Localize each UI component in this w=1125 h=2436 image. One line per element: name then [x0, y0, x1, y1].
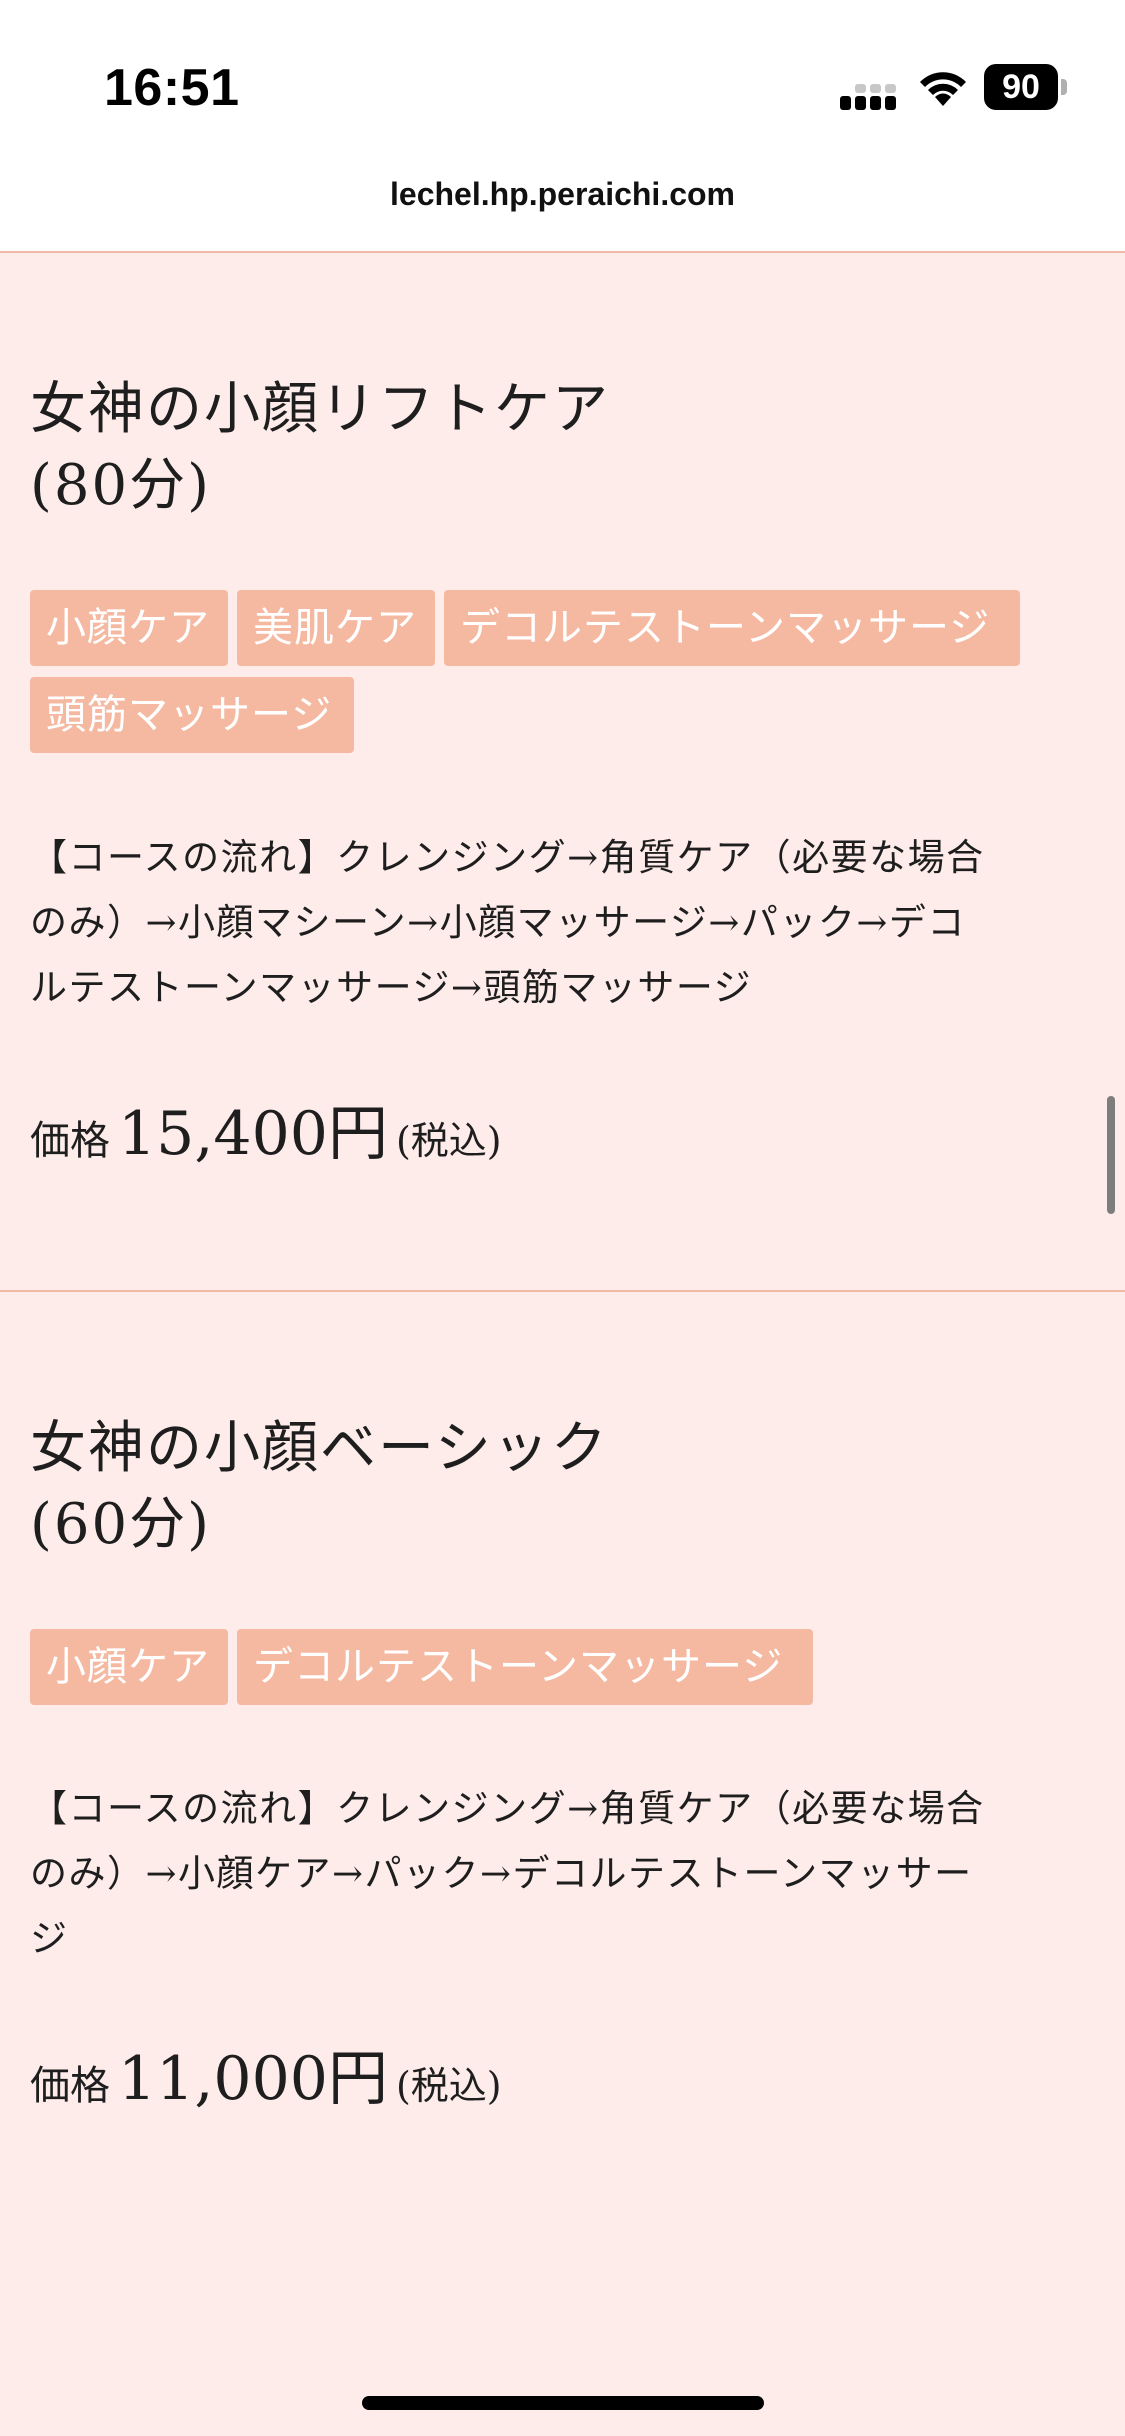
- course-price: 価格 11,000円 (税込): [30, 2030, 502, 2117]
- price-value: 11,000円: [118, 2044, 388, 2114]
- cellular-signal-icon: [840, 84, 896, 110]
- description-line: ジ: [30, 1917, 69, 1960]
- battery-level: 90: [984, 64, 1058, 110]
- price-tax-note: (税込): [395, 1119, 502, 1163]
- price-label: 価格: [30, 2063, 110, 2109]
- course-title-name: 女神の小顔リフトケア: [30, 377, 610, 442]
- description-line: のみ）→小顔ケア→パック→デコルテストーンマッサー: [30, 1852, 973, 1895]
- course-title: 女神の小顔ベーシック (60分): [30, 1411, 609, 1563]
- header-divider: [0, 251, 1125, 253]
- course-title-name: 女神の小顔ベーシック: [30, 1416, 609, 1481]
- price-value: 15,400円: [118, 1099, 388, 1169]
- tag-small-face-care: 小顔ケア: [30, 590, 228, 666]
- home-indicator[interactable]: [362, 2396, 764, 2410]
- course-title-duration: (80分): [30, 453, 211, 518]
- price-label: 価格: [30, 1118, 110, 1164]
- browser-url-bar[interactable]: lechel.hp.peraichi.com: [0, 176, 1125, 213]
- course-description: 【コースの流れ】クレンジング→角質ケア（必要な場合 のみ）→小顔ケア→パック→デ…: [30, 1776, 1100, 1971]
- tag-decollete-stone-massage: デコルテストーンマッサージ: [444, 590, 1020, 666]
- description-line: のみ）→小顔マシーン→小顔マッサージ→パック→デコ: [30, 901, 966, 944]
- status-time: 16:51: [104, 59, 240, 117]
- battery-icon: 90: [984, 64, 1067, 110]
- description-line: ルテストーンマッサージ→頭筋マッサージ: [30, 966, 753, 1009]
- battery-cap: [1061, 79, 1067, 95]
- description-line: 【コースの流れ】クレンジング→角質ケア（必要な場合: [30, 836, 985, 879]
- tag-decollete-stone-massage: デコルテストーンマッサージ: [237, 1629, 813, 1705]
- course-divider: [0, 1290, 1125, 1292]
- status-bar: 16:51 90: [0, 0, 1125, 170]
- tag-skin-care: 美肌ケア: [237, 590, 435, 666]
- description-line: 【コースの流れ】クレンジング→角質ケア（必要な場合: [30, 1787, 985, 1830]
- price-tax-note: (税込): [395, 2064, 502, 2108]
- wifi-icon: [920, 72, 966, 106]
- course-description: 【コースの流れ】クレンジング→角質ケア（必要な場合 のみ）→小顔マシーン→小顔マ…: [30, 825, 1100, 1020]
- vertical-scrollbar[interactable]: [1107, 1096, 1115, 1214]
- course-price: 価格 15,400円 (税込): [30, 1085, 502, 1172]
- course-title: 女神の小顔リフトケア (80分): [30, 372, 610, 524]
- tag-small-face-care: 小顔ケア: [30, 1629, 228, 1705]
- tag-head-massage: 頭筋マッサージ: [30, 677, 354, 753]
- course-title-duration: (60分): [30, 1492, 211, 1557]
